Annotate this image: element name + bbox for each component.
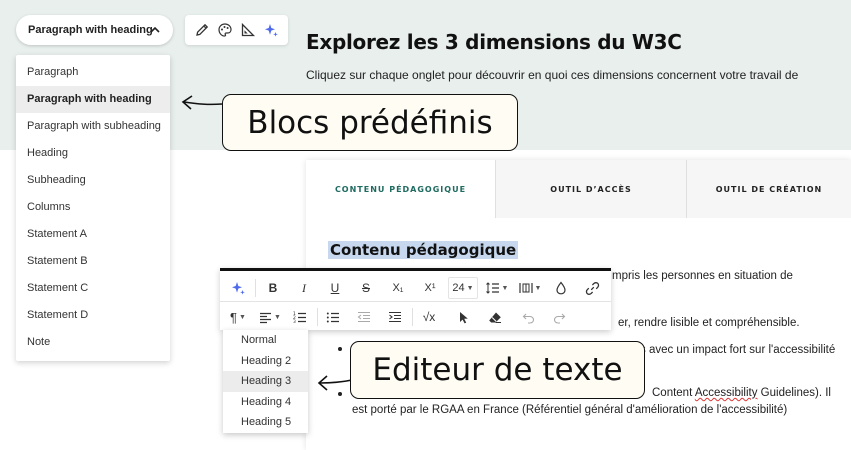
fill-color-icon[interactable] xyxy=(550,277,572,299)
bullet-list-icon[interactable] xyxy=(322,306,344,328)
block-option-statement-a[interactable]: Statement A xyxy=(16,221,170,248)
bold-icon[interactable]: B xyxy=(262,277,284,299)
align-icon[interactable]: ▼ xyxy=(256,306,284,328)
paragraph-line-5[interactable]: est porté par le RGAA en France (Référen… xyxy=(352,404,787,416)
underline-icon[interactable]: U xyxy=(324,277,346,299)
undo-icon[interactable] xyxy=(517,306,539,328)
callout-editeur-de-texte: Editeur de texte xyxy=(350,341,645,399)
block-option-columns[interactable]: Columns xyxy=(16,194,170,221)
dropdown-caret-icon: ▼ xyxy=(466,284,474,292)
svg-text:3: 3 xyxy=(293,319,296,324)
block-type-menu: Paragraph Paragraph with heading Paragra… xyxy=(16,55,170,361)
paragraph-style-icon[interactable]: ¶ ▼ xyxy=(225,306,251,328)
heading-option-3[interactable]: Heading 3 xyxy=(223,371,308,392)
paragraph-line-3[interactable]: s avec un impact fort sur l'accessibilit… xyxy=(640,344,835,356)
block-type-select[interactable]: Paragraph with heading xyxy=(16,15,173,45)
tab-outil-acces[interactable]: OUTIL D’ACCÈS xyxy=(495,160,686,218)
block-option-paragraph-with-heading[interactable]: Paragraph with heading xyxy=(16,86,170,113)
numbered-list-icon[interactable]: 123 xyxy=(289,306,311,328)
page-subtitle: Cliquez sur chaque onglet pour découvrir… xyxy=(306,68,799,82)
redo-icon[interactable] xyxy=(548,306,570,328)
formula-icon[interactable]: √x xyxy=(418,306,440,328)
block-option-statement-c[interactable]: Statement C xyxy=(16,275,170,302)
dropdown-caret-icon: ▼ xyxy=(274,313,281,321)
paragraph-line-1[interactable]: mpris les personnes en situation de xyxy=(612,270,793,282)
dropdown-caret-icon: ▼ xyxy=(239,313,246,321)
block-option-paragraph[interactable]: Paragraph xyxy=(16,59,170,86)
paragraph-line-2[interactable]: er, rendre lisible et compréhensible. xyxy=(618,317,800,329)
block-type-label: Paragraph with heading xyxy=(28,24,153,36)
text-editor-toolbar: B I U S X₁ X¹ 24 ▼ ▼ ▼ ¶ ▼ ▼ 123 √x xyxy=(220,268,611,330)
tab-contenu-pedagogique[interactable]: CONTENU PÉDAGOGIQUE xyxy=(306,160,495,218)
paragraph-line-4[interactable]: Content Accessibility Guidelines). Il xyxy=(652,387,831,399)
link-icon[interactable] xyxy=(581,277,603,299)
block-option-statement-b[interactable]: Statement B xyxy=(16,248,170,275)
line-4-text-c: Guidelines). Il xyxy=(757,387,831,399)
heading-option-2[interactable]: Heading 2 xyxy=(223,351,308,372)
line-4-text-a: Content xyxy=(652,387,695,399)
eraser-icon[interactable] xyxy=(484,306,506,328)
callout-arrow-blocks xyxy=(181,95,223,110)
sparkles-icon[interactable] xyxy=(262,21,280,39)
font-size-select[interactable]: 24 ▼ xyxy=(448,277,478,299)
block-option-note[interactable]: Note xyxy=(16,329,170,356)
spellcheck-word: Accessibility xyxy=(694,387,758,399)
palette-icon[interactable] xyxy=(216,21,234,39)
block-option-statement-d[interactable]: Statement D xyxy=(16,302,170,329)
section-heading[interactable]: Contenu pédagogique xyxy=(328,241,519,259)
callout-arrow-editor xyxy=(317,375,353,391)
heading-option-5[interactable]: Heading 5 xyxy=(223,412,308,433)
subscript-icon[interactable]: X₁ xyxy=(386,277,410,299)
ai-sparkle-icon[interactable] xyxy=(227,277,249,299)
toolbar-separator xyxy=(317,308,318,326)
heading-option-normal[interactable]: Normal xyxy=(223,330,308,351)
outdent-icon[interactable] xyxy=(353,306,375,328)
dropdown-caret-icon: ▼ xyxy=(501,284,509,292)
toolbar-separator xyxy=(255,279,256,297)
columns-icon[interactable]: ▼ xyxy=(516,277,544,299)
page-title: Explorez les 3 dimensions du W3C xyxy=(306,30,682,54)
block-option-subheading[interactable]: Subheading xyxy=(16,167,170,194)
superscript-icon[interactable]: X¹ xyxy=(418,277,442,299)
toolbar-row-formatting: B I U S X₁ X¹ 24 ▼ ▼ ▼ xyxy=(220,273,611,302)
callout-blocs-predefinis: Blocs prédéfinis xyxy=(222,94,518,151)
italic-icon[interactable]: I xyxy=(293,277,315,299)
heading-option-4[interactable]: Heading 4 xyxy=(223,392,308,413)
block-option-heading[interactable]: Heading xyxy=(16,140,170,167)
font-size-value: 24 xyxy=(452,282,465,294)
tab-bar: CONTENU PÉDAGOGIQUE OUTIL D’ACCÈS OUTIL … xyxy=(306,160,851,218)
toolbar-row-structure: ¶ ▼ ▼ 123 √x xyxy=(220,302,611,331)
block-option-paragraph-with-subheading[interactable]: Paragraph with subheading xyxy=(16,113,170,140)
ruler-triangle-icon[interactable] xyxy=(239,21,257,39)
block-tools xyxy=(185,15,288,45)
cursor-icon[interactable] xyxy=(453,306,475,328)
dropdown-caret-icon: ▼ xyxy=(534,284,542,292)
heading-level-menu: Normal Heading 2 Heading 3 Heading 4 Hea… xyxy=(223,330,308,433)
toolbar-separator xyxy=(412,308,413,326)
pencil-icon[interactable] xyxy=(193,21,211,39)
strikethrough-icon[interactable]: S xyxy=(355,277,377,299)
indent-icon[interactable] xyxy=(384,306,406,328)
line-height-icon[interactable]: ▼ xyxy=(484,277,510,299)
tab-outil-creation[interactable]: OUTIL DE CRÉATION xyxy=(686,160,851,218)
bullet-marker xyxy=(338,347,342,351)
chevron-up-icon xyxy=(150,26,160,33)
